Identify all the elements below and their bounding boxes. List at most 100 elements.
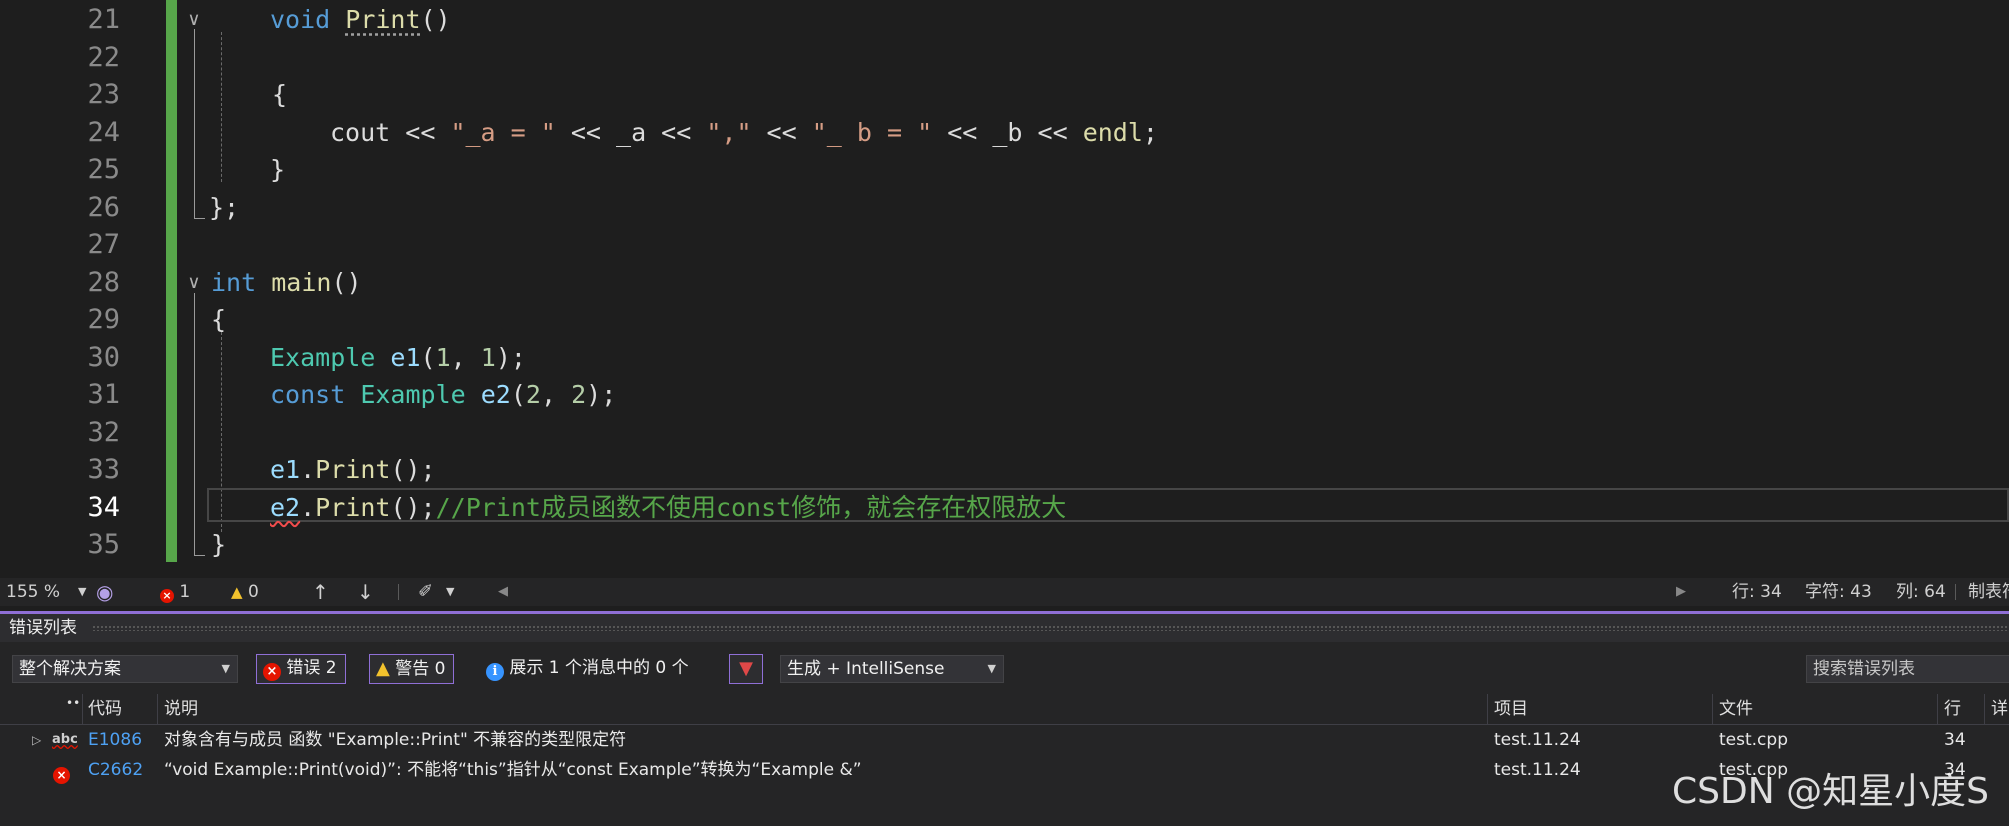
intellisense-abc-icon: abc (52, 732, 78, 747)
variable: e1 (270, 455, 301, 484)
operator: << (555, 117, 617, 147)
filter-icon[interactable]: ▼ (729, 654, 763, 684)
variable-with-error[interactable]: e2 (270, 493, 300, 522)
operator: << (1022, 117, 1083, 147)
watermark: CSDN @知星小度S (1672, 771, 1989, 812)
punctuation: . (300, 455, 316, 484)
chevron-down-icon[interactable]: ▼ (446, 578, 454, 606)
error-count: 1 (179, 582, 191, 602)
code-line[interactable]: 27 (0, 226, 2009, 264)
operator: << (751, 117, 812, 147)
code-line[interactable]: 26 }; (0, 189, 2009, 227)
error-list-title-bar[interactable]: 错误列表 (0, 614, 2009, 642)
error-description: 对象含有与成员 函数 "Example::Print" 不兼容的类型限定符 (164, 730, 627, 750)
column-header-file[interactable]: 文件 (1719, 694, 1753, 724)
code-line[interactable]: 31 const Example e2(2, 2); (0, 376, 2009, 414)
table-row[interactable]: ▷ abc E1086 对象含有与成员 函数 "Example::Print" … (0, 725, 2009, 755)
messages-filter-button[interactable]: i 展示 1 个消息中的 0 个 (479, 654, 698, 684)
identifier: cout (330, 117, 391, 147)
line-number: 24 (87, 116, 120, 148)
code-line-current[interactable]: 34 e2.Print();//Print成员函数不使用const修饰，就会存在… (0, 489, 2009, 527)
code-line[interactable]: 21 ∨ void Print() (0, 1, 2009, 39)
error-icon: × (53, 762, 70, 784)
punctuation: ( (420, 342, 436, 372)
build-intellisense-dropdown[interactable]: 生成 + IntelliSense ▼ (780, 655, 1004, 683)
code-line[interactable]: 24 cout << "_a = " << _a << "," << "_ b … (0, 114, 2009, 152)
line-number: 32 (87, 416, 120, 448)
line-number: 21 (87, 4, 120, 35)
arrow-down-icon[interactable]: ↓ (357, 578, 374, 606)
column-header-code[interactable]: 代码 (88, 694, 122, 724)
error-code-link[interactable]: E1086 (88, 725, 142, 755)
sort-icon[interactable]: •• (66, 688, 80, 718)
warnings-filter-button[interactable]: ▲ 警告 0 (369, 654, 455, 684)
function-name: endl (1082, 117, 1143, 147)
cursor-col: 列: 64 (1896, 582, 1946, 602)
function-name: Print (315, 492, 391, 522)
identifier: _b (992, 117, 1023, 147)
string-literal: "," (706, 117, 752, 147)
number-literal: 1 (480, 342, 496, 372)
code-line[interactable]: 25 } (0, 151, 2009, 189)
function-name: Print (345, 5, 421, 34)
code-line[interactable]: 22 (0, 39, 2009, 77)
warning-count-indicator[interactable]: ▲ 0 (231, 578, 259, 606)
brush-icon[interactable]: ✐ (418, 578, 433, 606)
code-line[interactable]: 35 } (0, 526, 2009, 564)
line-number: 35 (87, 529, 120, 560)
copilot-icon[interactable]: ◉ (96, 578, 113, 606)
errors-filter-button[interactable]: × 错误 2 (256, 654, 346, 684)
code-line[interactable]: 30 Example e1(1, 1); (0, 339, 2009, 377)
number-literal: 1 (435, 342, 451, 372)
code-line[interactable]: 28 ∨ int main() (0, 264, 2009, 302)
error-icon: × (263, 663, 281, 681)
code-text: e2.Print();//Print成员函数不使用const修饰，就会存在权限放… (270, 489, 1066, 527)
panel-drag-grip[interactable] (92, 625, 2009, 631)
code-line[interactable]: 33 e1.Print(); (0, 451, 2009, 489)
code-text: cout << "_a = " << _a << "," << "_ b = "… (330, 114, 1158, 152)
error-code-link[interactable]: C2662 (88, 755, 143, 785)
chevron-down-icon[interactable]: ▼ (78, 578, 86, 606)
string-literal: "_a = " (450, 117, 556, 147)
chevron-down-icon: ▼ (221, 662, 230, 675)
scroll-left-icon[interactable]: ◀ (498, 578, 508, 606)
chevron-down-icon[interactable]: ∨ (184, 10, 204, 30)
code-line[interactable]: 29 { (0, 301, 2009, 339)
column-divider (1712, 694, 1713, 724)
line-number: 26 (87, 191, 120, 223)
code-line[interactable]: 32 (0, 414, 2009, 452)
scroll-right-icon[interactable]: ▶ (1676, 578, 1686, 606)
expand-arrow-icon[interactable]: ▷ (32, 725, 41, 755)
code-text: { (211, 305, 227, 334)
code-text: { (272, 80, 288, 109)
tab-mode[interactable]: 制表符 (1968, 578, 2009, 606)
search-error-list-input[interactable]: 搜索错误列表 (1806, 655, 2009, 683)
type-name: Example (270, 342, 376, 372)
variable: e1 (390, 342, 421, 372)
errors-filter-label: 错误 2 (286, 658, 337, 678)
error-line: 34 (1944, 730, 1966, 750)
scope-dropdown[interactable]: 整个解决方案 ▼ (12, 655, 238, 683)
code-text: }; (209, 192, 240, 222)
arrow-up-icon[interactable]: ↑ (312, 578, 329, 606)
error-list-toolbar: 整个解决方案 ▼ × 错误 2 ▲ 警告 0 i 展示 1 个消息中的 0 个 … (0, 642, 2009, 694)
error-count-indicator[interactable]: × 1 (160, 578, 190, 606)
column-header-description[interactable]: 说明 (164, 694, 198, 724)
cursor-char: 字符: 43 (1805, 582, 1872, 602)
code-editor[interactable]: 21 ∨ void Print() 22 23 { 24 cout << "_a… (0, 0, 2009, 578)
column-header-detail[interactable]: 详 (1991, 694, 2008, 724)
chevron-down-icon[interactable]: ∨ (184, 272, 204, 293)
punctuation: () (331, 267, 362, 297)
editor-status-bar: 155 % ▼ ◉ × 1 ▲ 0 ↑ ↓ ✐ ▼ ◀ ▶ 行: 34 字符: … (0, 578, 2009, 606)
function-name: main (271, 267, 332, 297)
column-header-project[interactable]: 项目 (1494, 694, 1528, 724)
number-literal: 2 (525, 380, 541, 409)
code-line[interactable]: 23 { (0, 76, 2009, 114)
column-header-line[interactable]: 行 (1944, 694, 1961, 724)
identifier: _a (616, 117, 647, 147)
punctuation: () (420, 5, 451, 34)
line-number: 22 (87, 41, 120, 73)
warnings-filter-label: 警告 0 (395, 659, 446, 679)
column-divider (157, 694, 158, 724)
zoom-level[interactable]: 155 % (6, 578, 60, 606)
